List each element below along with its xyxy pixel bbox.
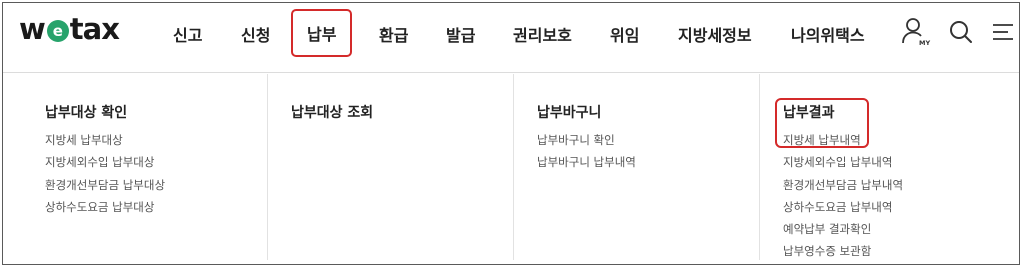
search-icon[interactable] — [947, 18, 975, 46]
menu-column-list: 지방세 납부대상 지방세외수입 납부대상 환경개선부담금 납부대상 상하수도요금… — [45, 129, 165, 218]
column-divider — [267, 74, 269, 260]
nav-item-refund[interactable]: 환급 — [379, 22, 408, 46]
menu-link-water-fee-target[interactable]: 상하수도요금 납부대상 — [45, 196, 165, 218]
menu-column-title[interactable]: 납부대상 조회 — [291, 102, 373, 122]
nav-item-payment[interactable]: 납부 — [291, 9, 353, 57]
nav-item-delegation[interactable]: 위임 — [610, 22, 639, 46]
nav-item-my-wetax[interactable]: 나의위택스 — [791, 22, 865, 46]
menu-link-environment-charge-history[interactable]: 환경개선부담금 납부내역 — [783, 174, 903, 196]
menu-link-basket-history[interactable]: 납부바구니 납부내역 — [537, 151, 636, 173]
menu-column-title[interactable]: 납부바구니 — [537, 102, 601, 122]
column-divider — [513, 74, 515, 260]
menu-column-list: 납부바구니 확인 납부바구니 납부내역 — [537, 129, 636, 174]
menu-link-environment-charge-target[interactable]: 환경개선부담금 납부대상 — [45, 174, 165, 196]
top-header: w e tax 신고 신청 납부 환급 발급 권리보호 위임 지방세정보 나의위… — [3, 3, 1019, 73]
menu-link-water-fee-history[interactable]: 상하수도요금 납부내역 — [783, 196, 903, 218]
column-divider — [759, 74, 761, 260]
nav-item-rights-protection[interactable]: 권리보호 — [513, 22, 572, 46]
main-nav: 신고 신청 납부 환급 발급 권리보호 위임 지방세정보 나의위택스 — [3, 3, 1019, 61]
nav-item-report[interactable]: 신고 — [173, 22, 202, 46]
menu-column-list: 지방세 납부내역 지방세외수입 납부내역 환경개선부담금 납부내역 상하수도요금… — [783, 129, 903, 263]
menu-icon[interactable] — [989, 18, 1017, 46]
menu-link-local-tax-target[interactable]: 지방세 납부대상 — [45, 129, 165, 151]
nav-item-local-tax-info[interactable]: 지방세정보 — [678, 22, 752, 46]
menu-link-reserved-payment-result[interactable]: 예약납부 결과확인 — [783, 218, 903, 240]
highlight-box — [775, 98, 869, 148]
my-account-icon[interactable]: MY — [901, 16, 930, 47]
menu-link-basket-check[interactable]: 납부바구니 확인 — [537, 129, 636, 151]
menu-link-receipt-storage[interactable]: 납부영수증 보관함 — [783, 240, 903, 262]
my-label: MY — [919, 39, 930, 47]
nav-item-apply[interactable]: 신청 — [241, 22, 270, 46]
menu-link-non-tax-revenue-history[interactable]: 지방세외수입 납부내역 — [783, 151, 903, 173]
menu-column-title[interactable]: 납부대상 확인 — [45, 102, 127, 122]
payment-mega-menu: 납부대상 확인 지방세 납부대상 지방세외수입 납부대상 환경개선부담금 납부대… — [3, 74, 1019, 264]
nav-item-issue[interactable]: 발급 — [446, 22, 475, 46]
menu-link-non-tax-revenue-target[interactable]: 지방세외수입 납부대상 — [45, 151, 165, 173]
window-frame: w e tax 신고 신청 납부 환급 발급 권리보호 위임 지방세정보 나의위… — [2, 2, 1020, 265]
